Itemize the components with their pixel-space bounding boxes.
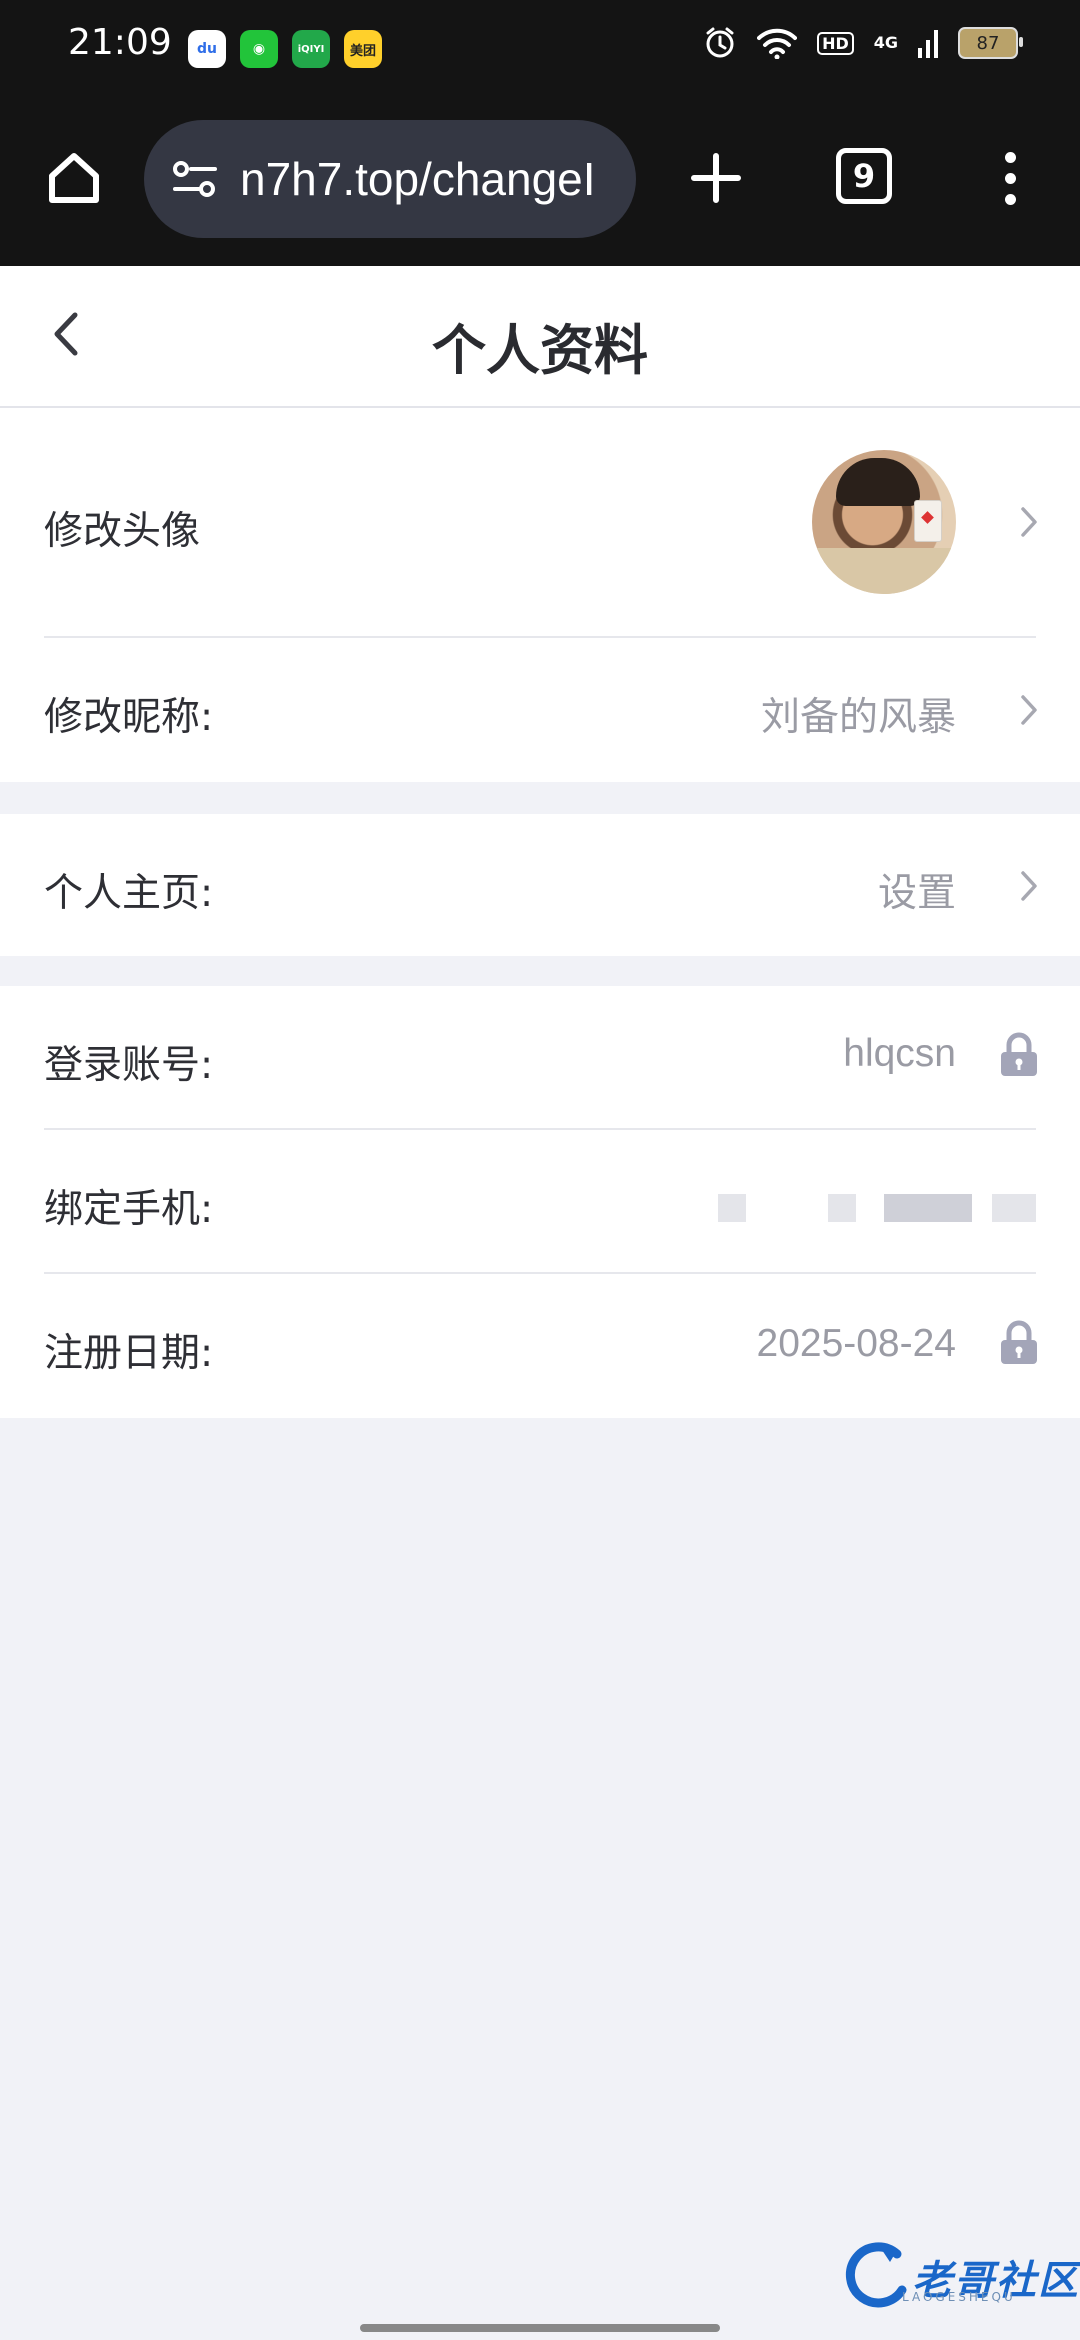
chevron-right-icon (1016, 866, 1042, 906)
chevron-right-icon (1016, 502, 1042, 542)
green-app-icon: ◉ (240, 30, 278, 68)
redaction-block (884, 1194, 972, 1222)
address-bar[interactable]: n7h7.top/changeI (144, 120, 636, 238)
site-settings-icon[interactable] (170, 154, 220, 204)
status-time: 21:09 (68, 22, 172, 63)
green-app-icon-label: ◉ (252, 41, 266, 57)
account-row: 登录账号: hlqcsn (0, 986, 1080, 1128)
account-label: 登录账号: (44, 1043, 214, 1088)
register-row: 注册日期: 2025-08-24 (0, 1274, 1080, 1418)
home-button[interactable] (38, 142, 110, 214)
meituan-icon-label: 美团 (349, 43, 376, 59)
menu-dot (1004, 172, 1016, 184)
register-label: 注册日期: (44, 1331, 214, 1376)
redaction-block (828, 1194, 856, 1222)
menu-dot (1004, 193, 1016, 205)
tab-count: 9 (852, 157, 876, 195)
signal-icon (918, 30, 938, 58)
avatar-shirt (812, 548, 956, 594)
iqiyi-icon-label: iQIYI (297, 43, 325, 55)
watermark-subtext: LAOGESHEQU (902, 2290, 1016, 2304)
tab-switcher-button[interactable]: 9 (836, 148, 892, 204)
avatar-hair (836, 458, 920, 506)
avatar-card (914, 500, 942, 542)
page-header: 个人资料 (0, 266, 1080, 408)
nickname-label: 修改昵称: (44, 695, 214, 740)
hd-badge: HD (817, 31, 854, 55)
watermark-logo: 老哥社区 LAOGESHEQU (842, 2242, 1080, 2312)
plus-icon (691, 153, 741, 203)
profile-section-homepage: 个人主页: 设置 (0, 814, 1080, 956)
homepage-value: 设置 (877, 871, 956, 916)
nickname-value: 刘备的风暴 (760, 695, 956, 740)
profile-section-account: 登录账号: hlqcsn 绑定手机: 注册日期: 2025-08-24 (0, 986, 1080, 1418)
account-value: hlqcsn (843, 1032, 956, 1075)
network-type: 4G (873, 33, 898, 52)
browser-toolbar: n7h7.top/changeI 9 (0, 96, 1080, 266)
notification-app-icons: du ◉ iQIYI 美团 (188, 30, 382, 68)
status-indicators: HD 4G 87 (703, 26, 1023, 60)
lock-icon (998, 1320, 1040, 1366)
phone-row: 绑定手机: (0, 1130, 1080, 1272)
new-tab-button[interactable] (680, 142, 752, 214)
chevron-right-icon (1016, 690, 1042, 730)
lock-icon (998, 1032, 1040, 1078)
meituan-icon: 美团 (344, 30, 382, 68)
baidu-icon: du (188, 30, 226, 68)
browser-menu-button[interactable] (990, 142, 1030, 214)
battery-level: 87 (976, 32, 1000, 54)
status-bar: 21:09 du ◉ iQIYI 美团 HD 4G 87 (0, 0, 1080, 96)
phone-redacted (718, 1194, 1036, 1222)
redaction-block (992, 1194, 1036, 1222)
menu-dot (1004, 151, 1016, 163)
profile-section-basic: 修改头像 修改昵称: 刘备的风暴 (0, 408, 1080, 782)
wifi-icon (757, 28, 798, 59)
redaction-block (718, 1194, 746, 1222)
gesture-home-bar[interactable] (360, 2324, 720, 2332)
register-value: 2025-08-24 (756, 1322, 957, 1365)
home-icon (49, 153, 99, 203)
url-text[interactable]: n7h7.top/changeI (240, 152, 596, 206)
avatar-row[interactable]: 修改头像 (0, 408, 1080, 636)
phone-label: 绑定手机: (44, 1187, 214, 1232)
alarm-icon (706, 27, 734, 58)
avatar[interactable] (812, 450, 956, 594)
battery-indicator: 87 (958, 27, 1023, 59)
iqiyi-icon: iQIYI (292, 30, 330, 68)
avatar-label: 修改头像 (44, 509, 201, 554)
baidu-icon-label: du (197, 41, 217, 57)
homepage-label: 个人主页: (44, 871, 214, 916)
page-title: 个人资料 (432, 319, 648, 382)
homepage-row[interactable]: 个人主页: 设置 (0, 814, 1080, 956)
nickname-row[interactable]: 修改昵称: 刘备的风暴 (0, 638, 1080, 782)
